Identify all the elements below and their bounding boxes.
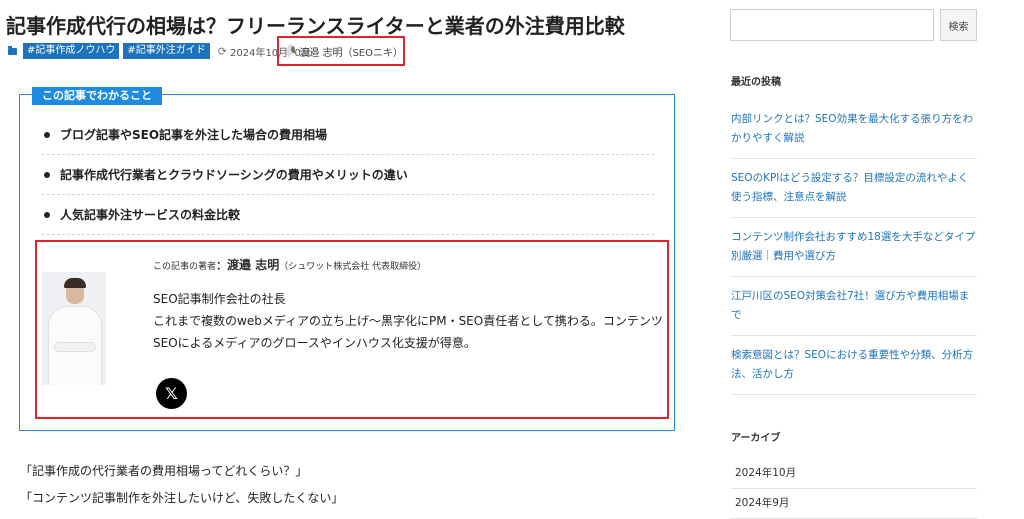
tag-link[interactable]: #記事作成ノウハウ [23, 43, 120, 59]
author-bio-line: これまで複数のwebメディアの立ち上げ〜黒字化にPM・SEO責任者として携わる。… [153, 314, 663, 350]
recent-post-item: 江戸川区のSEO対策会社7社！選び方や費用相場まで [731, 277, 977, 336]
archive-link[interactable]: 2024年9月 [731, 489, 977, 519]
refresh-icon: ⟳ [217, 44, 227, 58]
search-input[interactable] [730, 9, 934, 41]
author-bio: SEO記事制作会社の社長 これまで複数のwebメディアの立ち上げ〜黒字化にPM・… [153, 288, 663, 354]
summary-item: ブログ記事やSEO記事を外注した場合の費用相場 [42, 115, 654, 155]
intro-quote: 「記事作成の代行業者の費用相場ってどれくらい？」 [20, 464, 308, 478]
author-organization: （シュワット株式会社 代表取締役） [279, 262, 427, 272]
article-intro: 「記事作成の代行業者の費用相場ってどれくらい？」 「コンテンツ記事制作を外注した… [20, 458, 343, 512]
folder-icon [8, 45, 17, 55]
recent-post-item: SEOのKPIはどう設定する？目標設定の流れやよく使う指標、注意点を解説 [731, 159, 977, 218]
author-meta-name[interactable]: 渡邉 志明（SEOニキ） [299, 44, 403, 59]
author-meta-highlight[interactable]: 渡邉 志明（SEOニキ） [277, 36, 405, 66]
intro-quote: 「コンテンツ記事制作を外注したいけど、失敗したくない」 [20, 491, 344, 505]
summary-box-label: この記事でわかること [32, 87, 162, 105]
article-meta: #記事作成ノウハウ #記事外注ガイド ⟳ 2024年10月10日 [8, 43, 311, 59]
author-profile-box: この記事の著者：渡邉 志明（シュワット株式会社 代表取締役） SEO記事制作会社… [35, 240, 669, 419]
x-logo-icon: 𝕏 [165, 384, 178, 403]
summary-item: 記事作成代行業者とクラウドソーシングの費用やメリットの違い [42, 155, 654, 195]
recent-post-item: 検索意図とは？SEOにおける重要性や分類、分析方法、活かし方 [731, 336, 977, 395]
search-button[interactable]: 検索 [940, 9, 977, 41]
summary-item: 人気記事外注サービスの料金比較 [42, 195, 654, 235]
recent-post-item: 内部リンクとは？SEO効果を最大化する張り方をわかりやすく解説 [731, 100, 977, 159]
author-photo [42, 272, 106, 385]
recent-posts-list: 内部リンクとは？SEO効果を最大化する張り方をわかりやすく解説 SEOのKPIは… [731, 100, 977, 395]
author-heading: この記事の著者：渡邉 志明（シュワット株式会社 代表取締役） [153, 254, 426, 273]
archive-link[interactable]: 2024年10月 [731, 459, 977, 489]
author-name: 渡邉 志明 [227, 258, 280, 272]
author-heading-prefix: この記事の著者 [153, 262, 217, 272]
author-heading-colon: ： [216, 259, 228, 272]
archive-heading: アーカイブ [731, 433, 781, 444]
recent-post-link[interactable]: コンテンツ制作会社おすすめ18選を大手などタイプ別厳選｜費用や選び方 [731, 231, 975, 262]
author-bio-line: SEO記事制作会社の社長 [153, 292, 286, 306]
recent-post-link[interactable]: 内部リンクとは？SEO効果を最大化する張り方をわかりやすく解説 [731, 113, 973, 144]
recent-post-link[interactable]: 江戸川区のSEO対策会社7社！選び方や費用相場まで [731, 290, 969, 321]
recent-post-link[interactable]: 検索意図とは？SEOにおける重要性や分類、分析方法、活かし方 [731, 349, 973, 380]
article-title: 記事作成代行の相場は？フリーランスライターと業者の外注費用比較 [6, 14, 625, 38]
avatar [287, 43, 296, 59]
recent-posts-heading: 最近の投稿 [731, 77, 781, 88]
recent-post-item: コンテンツ制作会社おすすめ18選を大手などタイプ別厳選｜費用や選び方 [731, 218, 977, 277]
x-social-button[interactable]: 𝕏 [156, 378, 187, 409]
tag-link[interactable]: #記事外注ガイド [123, 43, 210, 59]
summary-list: ブログ記事やSEO記事を外注した場合の費用相場 記事作成代行業者とクラウドソーシ… [42, 115, 654, 235]
recent-post-link[interactable]: SEOのKPIはどう設定する？目標設定の流れやよく使う指標、注意点を解説 [731, 172, 968, 203]
archive-list: 2024年10月 2024年9月 [731, 459, 977, 519]
